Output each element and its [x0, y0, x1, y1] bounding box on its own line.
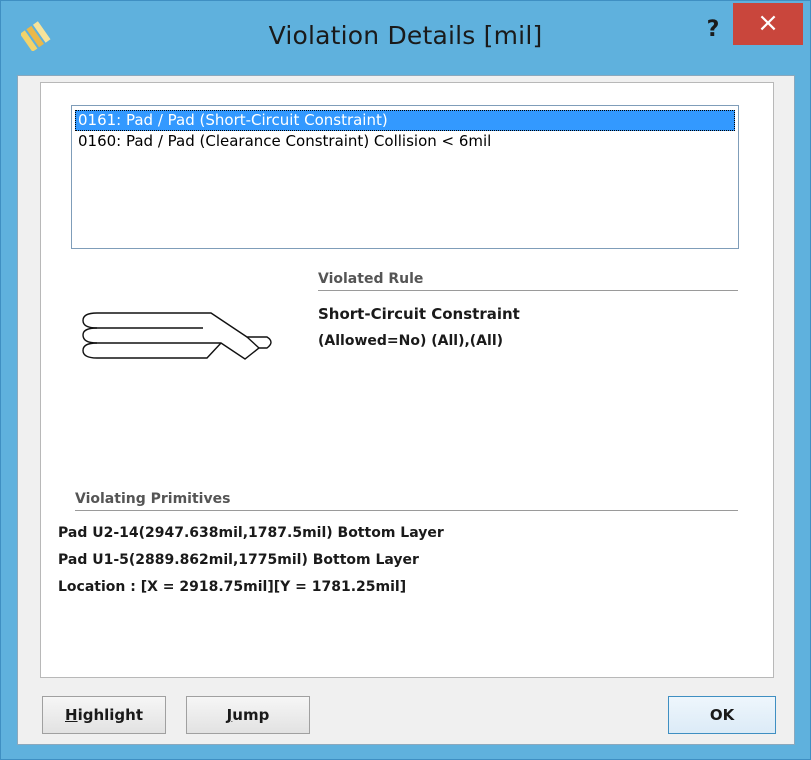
violated-rule-name: Short-Circuit Constraint: [318, 305, 520, 323]
help-button[interactable]: ?: [696, 15, 730, 49]
primitive-line: Pad U1-5(2889.862mil,1775mil) Bottom Lay…: [58, 552, 419, 568]
ok-button[interactable]: OK: [668, 696, 776, 734]
violation-item-0160[interactable]: 0160: Pad / Pad (Clearance Constraint) C…: [75, 131, 735, 152]
primitive-line: Pad U2-14(2947.638mil,1787.5mil) Bottom …: [58, 525, 444, 541]
close-button[interactable]: ×: [733, 3, 803, 45]
violation-item-0161[interactable]: 0161: Pad / Pad (Short-Circuit Constrain…: [75, 110, 735, 131]
dialog-client-area: 0161: Pad / Pad (Short-Circuit Constrain…: [17, 75, 795, 745]
highlight-mnemonic: H: [65, 706, 78, 724]
jump-button[interactable]: Jump: [186, 696, 310, 734]
close-icon: ×: [757, 8, 779, 38]
violation-details-window: Violation Details [mil] ? × 0161: Pad / …: [0, 0, 811, 760]
violated-rule-detail: (Allowed=No) (All),(All): [318, 333, 504, 349]
highlight-button[interactable]: Highlight: [42, 696, 166, 734]
highlight-label: ighlight: [77, 706, 143, 724]
violated-rule-header: Violated Rule: [318, 271, 738, 291]
details-panel: 0161: Pad / Pad (Short-Circuit Constrain…: [40, 82, 774, 678]
short-circuit-diagram-icon: [82, 312, 272, 360]
violation-location: Location : [X = 2918.75mil][Y = 1781.25m…: [58, 579, 407, 595]
title-bar[interactable]: Violation Details [mil] ? ×: [1, 1, 810, 81]
violating-primitives-header: Violating Primitives: [75, 491, 738, 511]
jump-label: ump: [232, 706, 270, 724]
violations-list[interactable]: 0161: Pad / Pad (Short-Circuit Constrain…: [71, 105, 739, 249]
window-title: Violation Details [mil]: [268, 21, 543, 50]
